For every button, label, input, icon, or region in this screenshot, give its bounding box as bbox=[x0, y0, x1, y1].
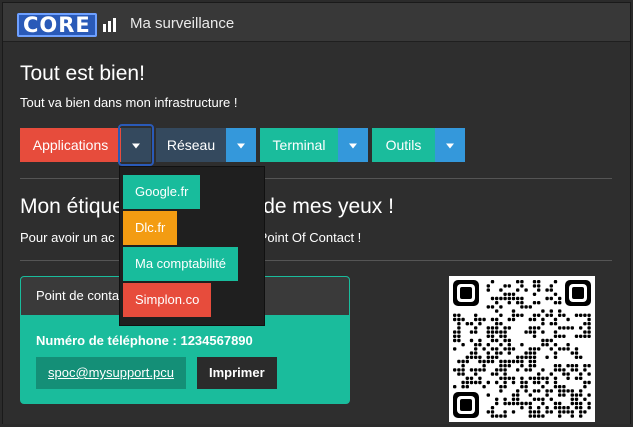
applications-button[interactable]: Applications bbox=[20, 128, 121, 162]
divider bbox=[20, 260, 612, 261]
dropdown-item-dlc[interactable]: Dlc.fr bbox=[123, 211, 178, 245]
terminal-dropdown-toggle[interactable] bbox=[338, 128, 368, 162]
outils-button-group: Outils bbox=[372, 128, 465, 162]
applications-dropdown-toggle[interactable] bbox=[121, 128, 151, 162]
qr-code bbox=[449, 276, 595, 422]
logo-text: CORE bbox=[17, 13, 97, 37]
poc-email-link[interactable]: spoc@mysupport.pcu bbox=[36, 357, 186, 389]
reseau-button-group: Réseau bbox=[156, 128, 256, 162]
terminal-button-group: Terminal bbox=[260, 128, 368, 162]
reseau-dropdown-toggle[interactable] bbox=[226, 128, 256, 162]
outils-button[interactable]: Outils bbox=[372, 128, 435, 162]
core-logo: CORE bbox=[17, 12, 116, 38]
print-button[interactable]: Imprimer bbox=[197, 357, 277, 389]
divider bbox=[20, 178, 612, 179]
poc-phone: Numéro de téléphone : 1234567890 bbox=[36, 333, 253, 348]
qr-code-icon bbox=[449, 276, 595, 422]
applications-dropdown-menu: Google.fr Dlc.fr Ma comptabilité Simplon… bbox=[119, 166, 265, 326]
signal-bars-icon bbox=[102, 18, 116, 32]
label-text-right: Point Of Contact ! bbox=[258, 230, 362, 245]
outils-dropdown-toggle[interactable] bbox=[435, 128, 465, 162]
reseau-button[interactable]: Réseau bbox=[156, 128, 226, 162]
status-text: Tout va bien dans mon infrastructure ! bbox=[20, 95, 238, 110]
status-title: Tout est bien! bbox=[20, 62, 145, 85]
dropdown-item-simplon[interactable]: Simplon.co bbox=[123, 283, 212, 317]
applications-button-group: Applications bbox=[20, 128, 151, 162]
label-title-right: s de mes yeux ! bbox=[246, 195, 394, 218]
label-title-left: Mon étique bbox=[20, 195, 124, 218]
app-title: Ma surveillance bbox=[130, 15, 235, 32]
label-text-left: Pour avoir un ac bbox=[20, 230, 115, 245]
dropdown-item-google[interactable]: Google.fr bbox=[123, 175, 201, 209]
terminal-button[interactable]: Terminal bbox=[260, 128, 338, 162]
dropdown-item-comptabilite[interactable]: Ma comptabilité bbox=[123, 247, 239, 281]
